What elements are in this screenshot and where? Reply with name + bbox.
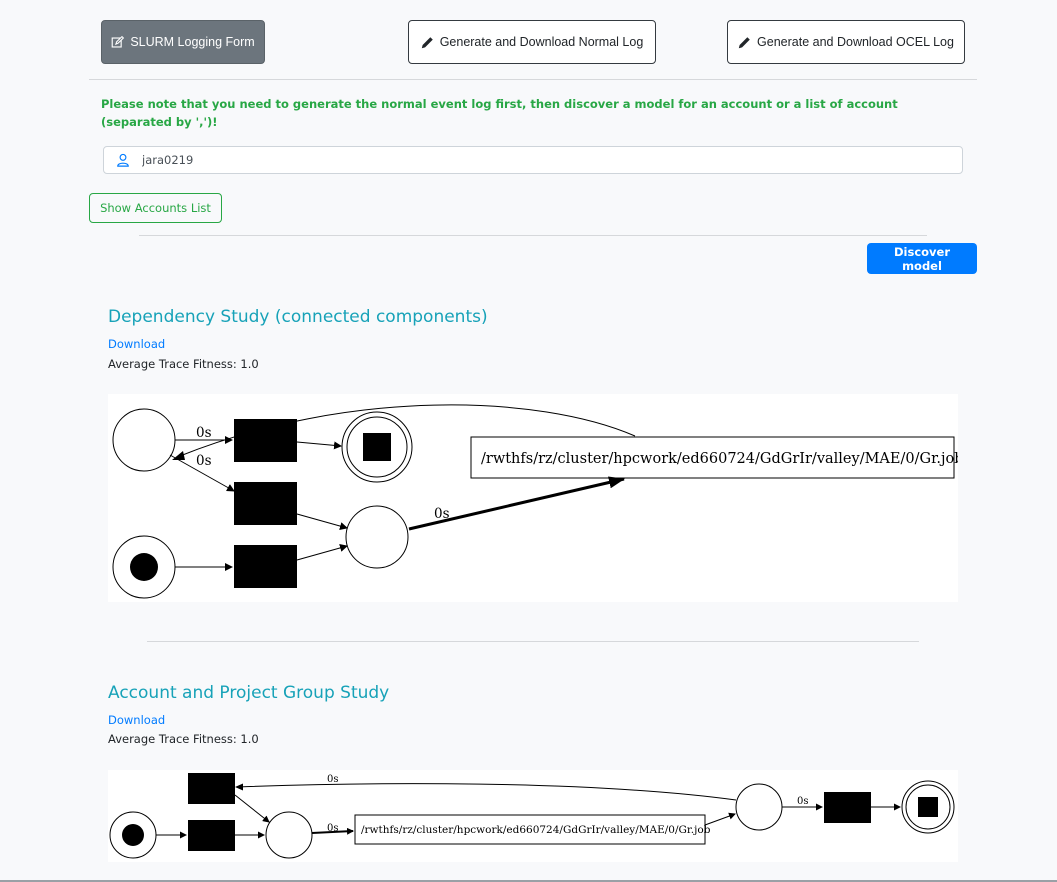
graph-place <box>345 505 409 569</box>
graph-job-node-label: /rwthfs/rz/cluster/hpcwork/ed660724/GdGr… <box>361 824 711 836</box>
account-input[interactable] <box>140 152 924 168</box>
graph-start-token <box>130 553 158 581</box>
graph-edge-label: 0s <box>327 823 339 834</box>
graph-transition <box>824 792 871 823</box>
discover-model-button[interactable]: Discover model <box>867 243 977 274</box>
graph-job-node-label: /rwthfs/rz/cluster/hpcwork/ed660724/GdGr… <box>481 451 958 467</box>
graph-transition <box>234 482 297 525</box>
slurm-logging-form-button[interactable]: SLURM Logging Form <box>101 20 265 64</box>
graph-edge <box>296 513 348 530</box>
graph-edge <box>704 812 736 826</box>
graph-transition <box>234 419 297 462</box>
graph-transition <box>188 773 235 804</box>
generate-normal-log-button[interactable]: Generate and Download Normal Log <box>408 20 656 64</box>
graph-edge <box>234 794 270 823</box>
graph-place <box>265 811 313 859</box>
notice-text: Please note that you need to generate th… <box>101 97 898 129</box>
graph-start-token <box>122 824 144 846</box>
graph-edge-label: 0s <box>327 774 339 785</box>
average-trace-fitness: Average Trace Fitness: 1.0 <box>108 357 259 371</box>
graph-edge-arrow <box>172 451 185 460</box>
graph-edge <box>296 441 342 450</box>
account-input-group <box>103 146 963 174</box>
divider <box>147 641 919 642</box>
divider <box>89 79 977 80</box>
section-title: Dependency Study (connected components) <box>108 307 488 327</box>
download-link[interactable]: Download <box>108 713 165 727</box>
graph-end-token <box>918 797 938 817</box>
graph-place <box>735 783 783 831</box>
graph-edge-label: 0s <box>434 506 450 522</box>
divider <box>139 235 927 236</box>
pencil-icon <box>738 36 751 49</box>
graph-edge-label: 0s <box>797 796 809 807</box>
edit-icon <box>111 35 125 49</box>
graph-edge <box>237 783 737 801</box>
show-accounts-list-button[interactable]: Show Accounts List <box>89 193 222 223</box>
petri-net-graph: /rwthfs/rz/cluster/hpcwork/ed660724/GdGr… <box>108 394 964 602</box>
pencil-icon <box>421 36 434 49</box>
graph-transition <box>188 820 235 851</box>
graph-edge-arrow <box>235 783 243 791</box>
graph-edge-label: 0s <box>196 453 212 469</box>
graph-edge-label: 0s <box>196 425 212 441</box>
download-link[interactable]: Download <box>108 337 165 351</box>
graph-edge <box>296 544 348 561</box>
generate-normal-log-label: Generate and Download Normal Log <box>439 35 644 49</box>
user-icon <box>116 153 130 167</box>
graph-end-token <box>363 433 391 461</box>
slurm-logging-form-label: SLURM Logging Form <box>130 35 255 49</box>
average-trace-fitness: Average Trace Fitness: 1.0 <box>108 732 259 746</box>
generate-ocel-log-button[interactable]: Generate and Download OCEL Log <box>727 20 965 64</box>
petri-net-graph: /rwthfs/rz/cluster/hpcwork/ed660724/GdGr… <box>108 770 958 862</box>
graph-transition <box>234 545 297 588</box>
section-title: Account and Project Group Study <box>108 683 390 703</box>
graph-place <box>112 408 176 472</box>
generate-ocel-log-label: Generate and Download OCEL Log <box>757 35 954 49</box>
